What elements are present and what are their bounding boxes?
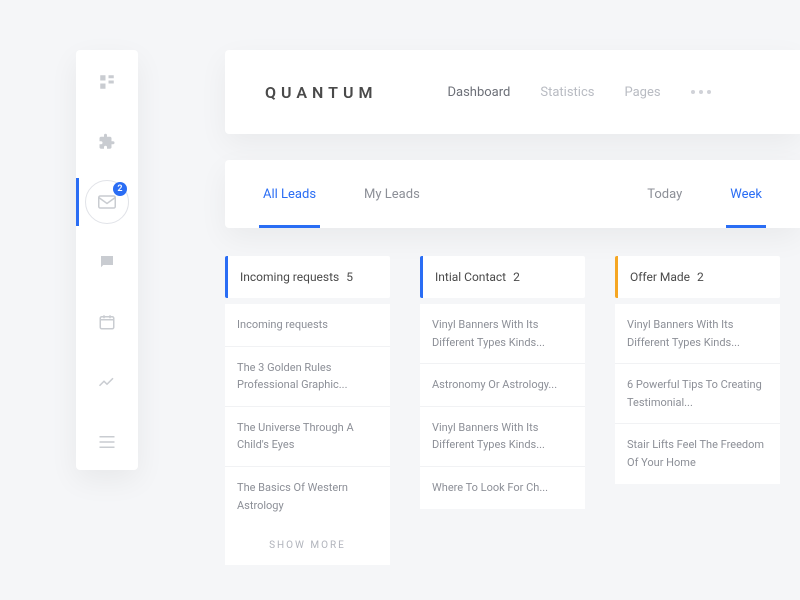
lead-scope-tabs: All Leads My Leads [249, 160, 434, 228]
lead-card[interactable]: Vinyl Banners With Its Different Types K… [615, 304, 780, 364]
column-title: Incoming requests [240, 270, 339, 284]
lead-card[interactable]: Vinyl Banners With Its Different Types K… [420, 304, 585, 364]
puzzle-icon [98, 133, 116, 151]
sidebar-item-mail[interactable]: 2 [76, 188, 138, 216]
sidebar-item-calendar[interactable] [76, 308, 138, 336]
column-header[interactable]: Offer Made 2 [615, 256, 780, 298]
kanban-board: Incoming requests 5 Incoming requests Th… [225, 256, 800, 600]
timeframe-tabs: Today Week [633, 160, 776, 228]
brand-logo: QUANTUM [265, 83, 377, 102]
column-count: 5 [346, 270, 353, 284]
column-cards: Vinyl Banners With Its Different Types K… [615, 304, 780, 484]
dot-icon [707, 90, 711, 94]
calendar-icon [98, 313, 116, 331]
lead-card[interactable]: Astronomy Or Astrology... [420, 364, 585, 407]
column-header[interactable]: Incoming requests 5 [225, 256, 390, 298]
column-offer-made: Offer Made 2 Vinyl Banners With Its Diff… [615, 256, 780, 600]
dot-icon [691, 90, 695, 94]
sidebar-item-analytics[interactable] [76, 368, 138, 396]
sidebar-item-plugins[interactable] [76, 128, 138, 156]
nav-pages[interactable]: Pages [624, 85, 660, 100]
nav-statistics[interactable]: Statistics [540, 85, 594, 100]
lead-card[interactable]: The 3 Golden Rules Professional Graphic.… [225, 347, 390, 407]
column-count: 2 [513, 270, 520, 284]
mail-badge: 2 [113, 182, 127, 196]
tab-week[interactable]: Week [716, 160, 776, 228]
nav-dashboard[interactable]: Dashboard [447, 85, 510, 100]
lead-card[interactable]: Vinyl Banners With Its Different Types K… [420, 407, 585, 467]
tab-today[interactable]: Today [633, 160, 696, 228]
sidebar-item-chat[interactable] [76, 248, 138, 276]
lead-card[interactable]: The Basics Of Western Astrology [225, 467, 390, 526]
sidebar: 2 [76, 50, 138, 470]
nav-more-button[interactable] [691, 90, 711, 94]
lead-card[interactable]: Stair Lifts Feel The Freedom Of Your Hom… [615, 424, 780, 483]
menu-icon [98, 435, 116, 449]
top-nav: Dashboard Statistics Pages [447, 85, 660, 100]
column-cards: Vinyl Banners With Its Different Types K… [420, 304, 585, 509]
header: QUANTUM Dashboard Statistics Pages [225, 50, 800, 134]
lead-card[interactable]: The Universe Through A Child's Eyes [225, 407, 390, 467]
show-more-button[interactable]: SHOW MORE [225, 526, 390, 565]
grid-icon [98, 73, 116, 91]
lead-card[interactable]: 6 Powerful Tips To Creating Testimonial.… [615, 364, 780, 424]
tab-all-leads[interactable]: All Leads [249, 160, 330, 228]
lead-card[interactable]: Where To Look For Ch... [420, 467, 585, 509]
column-cards: Incoming requests The 3 Golden Rules Pro… [225, 304, 390, 526]
column-title: Intial Contact [435, 270, 506, 284]
sidebar-item-menu[interactable] [76, 428, 138, 456]
trend-icon [98, 376, 116, 388]
column-initial-contact: Intial Contact 2 Vinyl Banners With Its … [420, 256, 585, 600]
tab-my-leads[interactable]: My Leads [350, 160, 434, 228]
column-count: 2 [697, 270, 704, 284]
column-incoming-requests: Incoming requests 5 Incoming requests Th… [225, 256, 390, 600]
sidebar-item-dashboard[interactable] [76, 68, 138, 96]
chat-icon [98, 253, 116, 271]
column-header[interactable]: Intial Contact 2 [420, 256, 585, 298]
column-title: Offer Made [630, 270, 690, 284]
lead-card[interactable]: Incoming requests [225, 304, 390, 347]
filter-bar: All Leads My Leads Today Week [225, 160, 800, 228]
dot-icon [699, 90, 703, 94]
